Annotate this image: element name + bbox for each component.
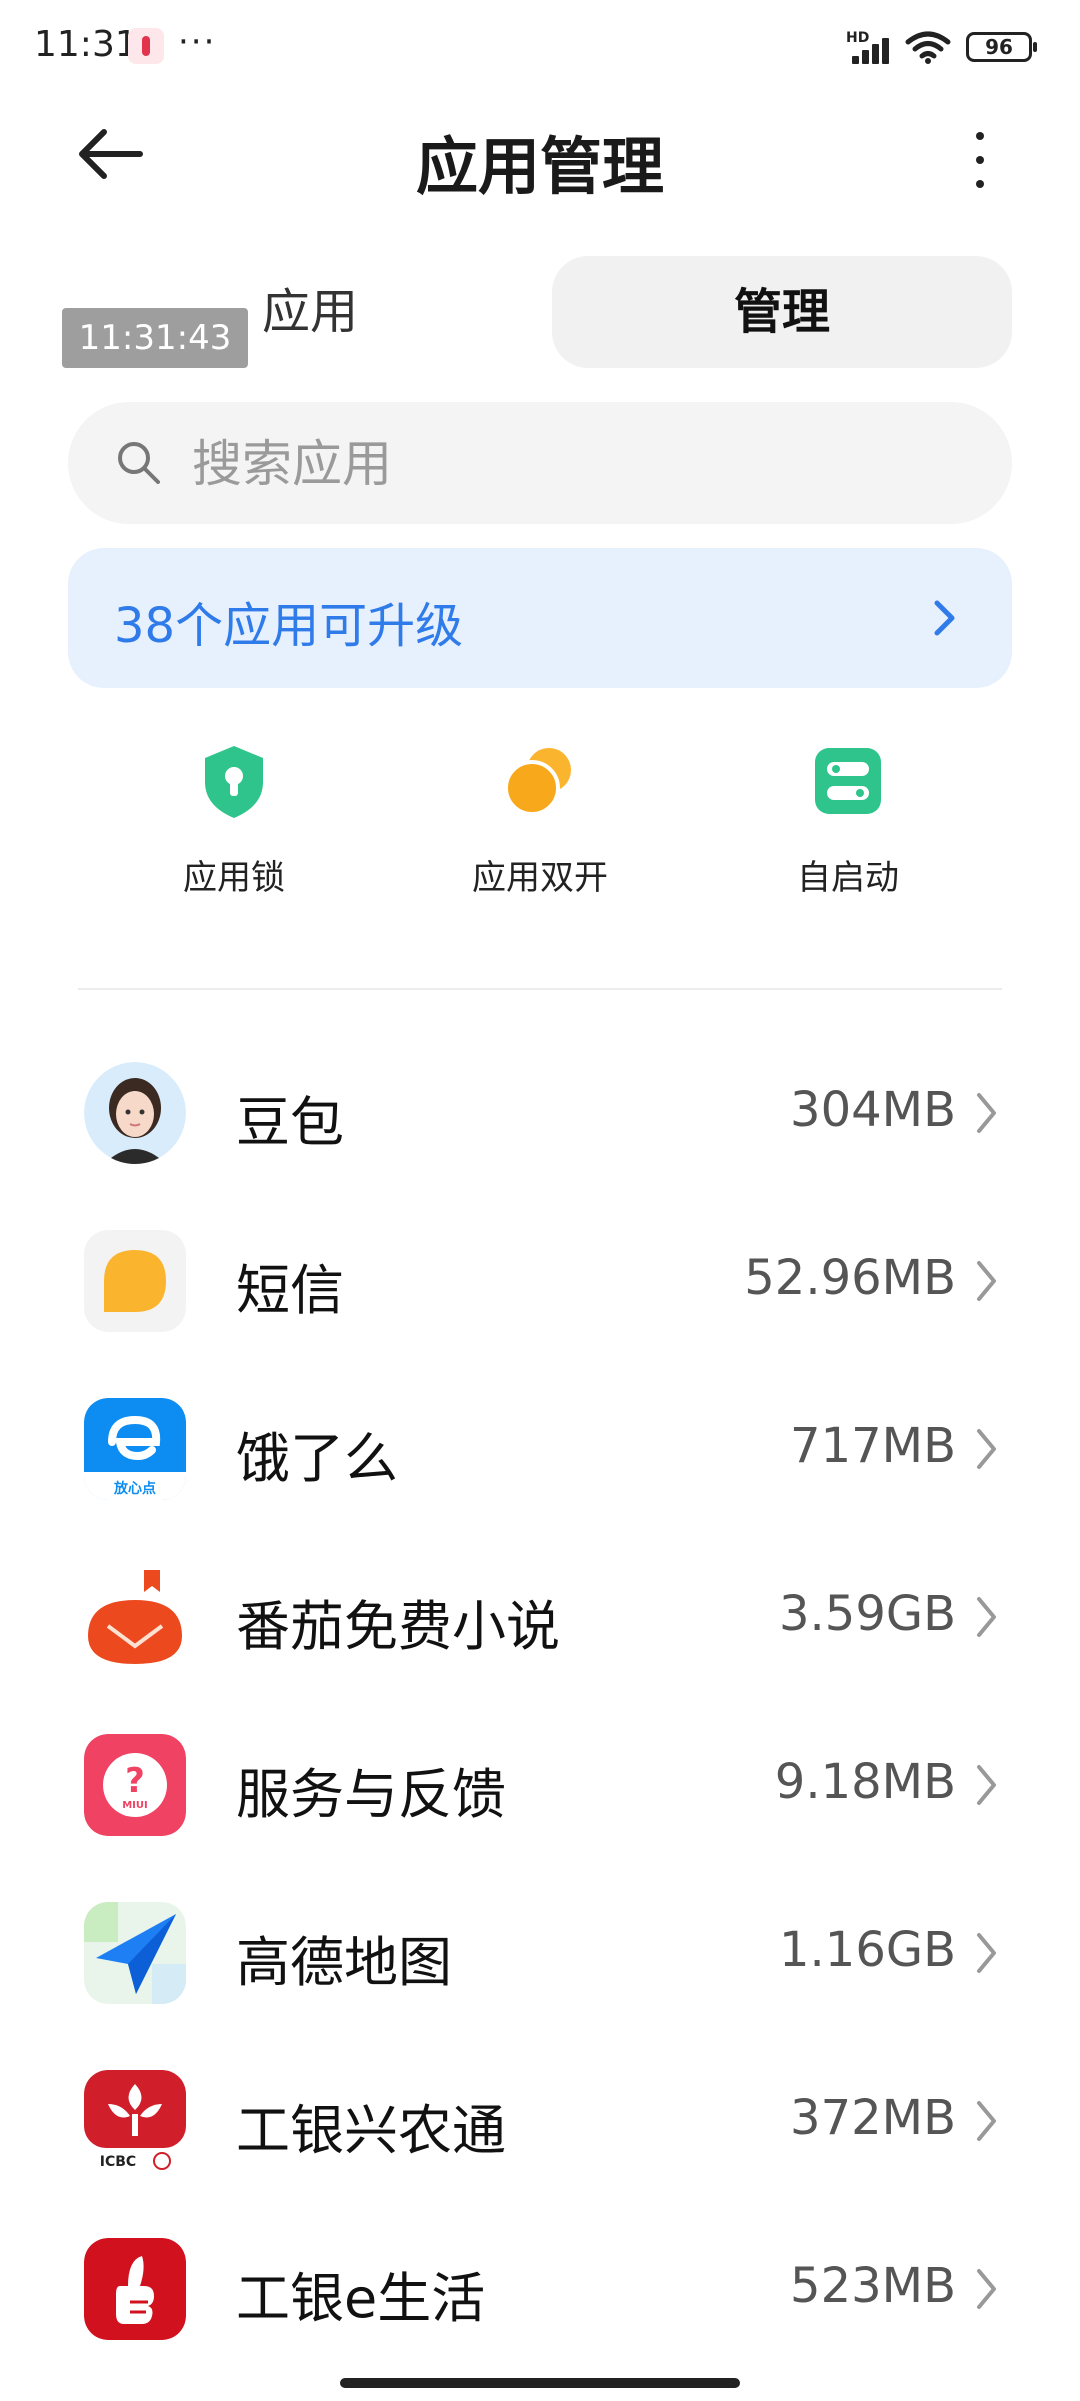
app-row-service-feedback[interactable]: ? MIUI 服务与反馈 9.18MB bbox=[0, 1714, 1080, 1882]
app-row-amap[interactable]: 高德地图 1.16GB bbox=[0, 1882, 1080, 2050]
chevron-right-icon bbox=[977, 2101, 996, 2141]
eleme-icon-text: 放心点 bbox=[113, 1480, 156, 1497]
page-title: 应用管理 bbox=[415, 130, 664, 203]
app-size: 304MB bbox=[790, 1082, 956, 1138]
app-size: 52.96MB bbox=[744, 1250, 956, 1306]
status-bar: 11:31 ··· HD 96 bbox=[0, 0, 1080, 96]
app-row-icbc-xingnong[interactable]: ICBC 工银兴农通 372MB bbox=[0, 2050, 1080, 2218]
amap-icon bbox=[84, 1902, 186, 2004]
chevron-right-icon bbox=[977, 1093, 996, 1133]
dual-apps-action[interactable]: 应用双开 bbox=[410, 740, 670, 899]
music-notification-icon bbox=[128, 28, 164, 64]
tomato-novel-icon bbox=[84, 1566, 186, 1668]
shield-lock-icon bbox=[205, 746, 263, 818]
app-size: 3.59GB bbox=[779, 1586, 956, 1642]
app-name: 番茄免费小说 bbox=[236, 1595, 560, 1658]
autostart-label: 自启动 bbox=[797, 858, 899, 898]
app-row-eleme[interactable]: 放心点 饿了么 717MB bbox=[0, 1378, 1080, 1546]
screenshot-timestamp-overlay: 11:31:43 bbox=[62, 308, 248, 368]
app-size: 372MB bbox=[790, 2090, 956, 2146]
app-size: 9.18MB bbox=[774, 1754, 956, 1810]
dual-apps-label: 应用双开 bbox=[472, 858, 608, 898]
app-lock-label: 应用锁 bbox=[183, 858, 285, 898]
app-name: 工银e生活 bbox=[236, 2267, 486, 2330]
search-bar[interactable] bbox=[68, 402, 1012, 524]
more-notifications-icon: ··· bbox=[178, 22, 217, 62]
app-name: 高德地图 bbox=[236, 1931, 452, 1994]
battery-icon: 96 bbox=[966, 32, 1037, 62]
app-name: 饿了么 bbox=[236, 1427, 398, 1490]
app-row-sms[interactable]: 短信 52.96MB bbox=[0, 1210, 1080, 1378]
app-lock-action[interactable]: 应用锁 bbox=[104, 740, 364, 899]
chevron-right-icon bbox=[977, 1597, 996, 1637]
home-indicator[interactable] bbox=[340, 2378, 740, 2388]
wifi-icon bbox=[905, 31, 951, 64]
status-time: 11:31 bbox=[34, 24, 138, 65]
more-options-icon[interactable] bbox=[962, 128, 998, 192]
app-name: 服务与反馈 bbox=[236, 1763, 506, 1826]
app-row-icbc-elife[interactable]: 工银e生活 523MB bbox=[0, 2218, 1080, 2386]
tab-manage[interactable]: 管理 bbox=[552, 256, 1012, 368]
signal-icon bbox=[852, 34, 896, 64]
app-size: 523MB bbox=[790, 2258, 956, 2314]
divider bbox=[78, 988, 1002, 990]
doubao-avatar-icon bbox=[84, 1062, 186, 1164]
autostart-action[interactable]: 自启动 bbox=[718, 740, 978, 899]
icbc-xingnong-icon: ICBC bbox=[84, 2070, 186, 2172]
svg-text:?: ? bbox=[125, 1761, 145, 1801]
chevron-right-icon bbox=[977, 1429, 996, 1469]
eleme-icon: 放心点 bbox=[84, 1398, 186, 1500]
battery-level: 96 bbox=[985, 35, 1013, 59]
app-name: 短信 bbox=[236, 1259, 344, 1322]
service-feedback-icon: ? MIUI bbox=[84, 1734, 186, 1836]
chevron-right-icon bbox=[977, 1765, 996, 1805]
upgrade-banner[interactable]: 38个应用可升级 bbox=[68, 548, 1012, 688]
search-icon bbox=[118, 442, 160, 484]
icbc-icon-text: ICBC bbox=[100, 2154, 136, 2170]
app-name: 工银兴农通 bbox=[236, 2099, 506, 2162]
app-size: 717MB bbox=[790, 1418, 956, 1474]
search-input[interactable] bbox=[190, 424, 954, 504]
chevron-right-icon bbox=[934, 600, 955, 636]
app-name: 豆包 bbox=[236, 1091, 344, 1154]
autostart-toggle-icon bbox=[815, 748, 881, 814]
sms-icon bbox=[84, 1230, 186, 1332]
app-row-doubao[interactable]: 豆包 304MB bbox=[0, 1042, 1080, 1210]
chevron-right-icon bbox=[977, 2269, 996, 2309]
app-row-tomato-novel[interactable]: 番茄免费小说 3.59GB bbox=[0, 1546, 1080, 1714]
upgrade-label: 38个应用可升级 bbox=[114, 598, 464, 654]
app-size: 1.16GB bbox=[779, 1922, 956, 1978]
service-icon-text: MIUI bbox=[122, 1800, 148, 1811]
dual-app-icon bbox=[504, 748, 571, 816]
chevron-right-icon bbox=[977, 1261, 996, 1301]
icbc-elife-icon bbox=[84, 2238, 186, 2340]
chevron-right-icon bbox=[977, 1933, 996, 1973]
